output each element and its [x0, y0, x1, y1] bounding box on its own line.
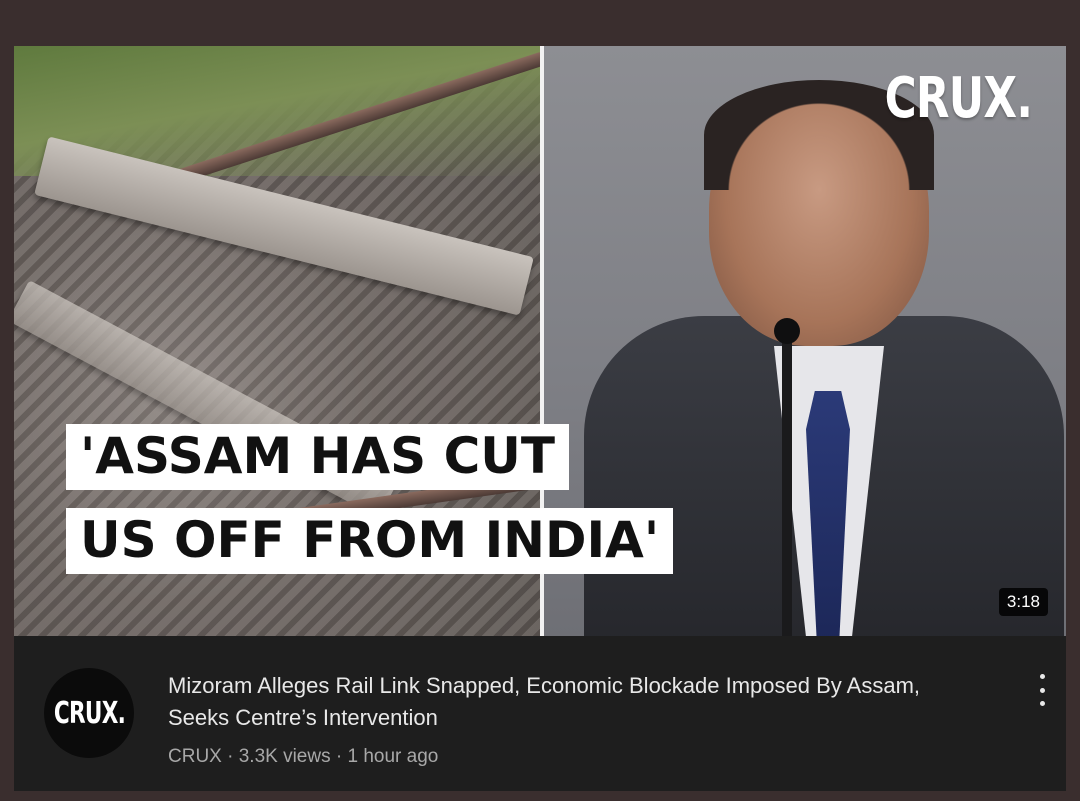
dot [1039, 674, 1045, 679]
headline-line-1: 'ASSAM HAS CUT [66, 424, 569, 490]
video-details: CRUX. Mizoram Alleges Rail Link Snapped,… [14, 636, 1066, 791]
dot [1039, 687, 1045, 693]
channel-avatar-label: CRUX. [53, 695, 125, 731]
thumbnail-headline: 'ASSAM HAS CUT US OFF FROM INDIA' [66, 424, 674, 574]
dot [1039, 701, 1045, 706]
channel-avatar[interactable]: CRUX. [44, 668, 134, 758]
video-card[interactable]: CRUX. 'ASSAM HAS CUT US OFF FROM INDIA' … [14, 46, 1066, 791]
microphone-icon [774, 318, 800, 344]
crux-logo: CRUX. [884, 66, 1032, 131]
vertical-dots-icon[interactable] [1032, 670, 1052, 710]
video-meta: CRUX · 3.3K views · 1 hour ago [168, 746, 439, 767]
microphone-stand [782, 326, 792, 636]
duration-badge: 3:18 [998, 588, 1048, 616]
video-thumbnail[interactable]: CRUX. 'ASSAM HAS CUT US OFF FROM INDIA' … [14, 46, 1066, 636]
headline-line-2: US OFF FROM INDIA' [66, 508, 674, 574]
video-title[interactable]: Mizoram Alleges Rail Link Snapped, Econo… [168, 670, 958, 734]
